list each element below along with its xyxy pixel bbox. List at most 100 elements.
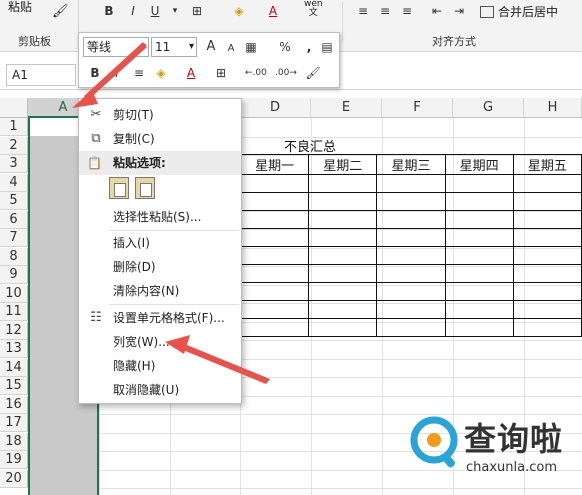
menu-item-clear-contents[interactable]: 清除内容(N)	[79, 279, 241, 303]
name-box[interactable]: A1	[6, 64, 76, 86]
table-cell[interactable]	[512, 192, 582, 211]
table-cell[interactable]	[239, 282, 310, 301]
table-cell[interactable]	[444, 282, 514, 301]
column-header-f[interactable]: F	[382, 98, 453, 118]
table-cell[interactable]	[308, 174, 378, 193]
table-cell[interactable]	[376, 192, 446, 211]
format-table-icon[interactable]: ▤	[319, 37, 335, 57]
row-header[interactable]: 2	[0, 136, 28, 155]
table-cell[interactable]	[239, 174, 310, 193]
row-header[interactable]: 10	[0, 284, 28, 303]
menu-item-cut[interactable]: ✂ 剪切(T)	[79, 103, 241, 127]
format-painter-icon[interactable]: 🖌	[52, 4, 69, 19]
paste-icon[interactable]	[135, 177, 155, 199]
table-cell[interactable]	[376, 228, 446, 247]
table-header-cell[interactable]: 星期三	[376, 154, 446, 175]
table-cell[interactable]	[308, 282, 378, 301]
percent-button[interactable]: %	[277, 37, 293, 57]
align-center-icon[interactable]: ≡	[376, 2, 394, 20]
menu-item-hide[interactable]: 隐藏(H)	[79, 354, 241, 378]
row-header[interactable]: 15	[0, 377, 28, 395]
mini-align-center-icon[interactable]: ≡	[131, 63, 147, 83]
font-size-select[interactable]: 11	[151, 37, 197, 57]
row-header[interactable]: 13	[0, 340, 28, 358]
font-name-select[interactable]: 等线	[83, 37, 149, 57]
table-header-cell[interactable]: 星期一	[239, 154, 310, 175]
table-cell[interactable]	[512, 210, 582, 229]
table-cell[interactable]	[444, 318, 514, 337]
mini-italic-button[interactable]: I	[109, 63, 125, 83]
table-cell[interactable]	[308, 246, 378, 265]
paste-formatting-icon[interactable]	[109, 177, 129, 199]
shrink-font-button[interactable]: A	[223, 39, 239, 59]
table-cell[interactable]	[308, 210, 378, 229]
menu-item-paste-special[interactable]: 选择性粘贴(S)...	[79, 205, 241, 229]
table-cell[interactable]	[376, 210, 446, 229]
mini-fill-color-icon[interactable]: ◈	[153, 63, 169, 83]
mini-format-painter-icon[interactable]: 🖌	[305, 63, 321, 83]
row-header[interactable]: 20	[0, 469, 28, 488]
menu-item-format-cells[interactable]: ☷ 设置单元格格式(F)...	[79, 306, 241, 330]
row-header[interactable]: 17	[0, 414, 28, 432]
select-all-corner[interactable]	[0, 98, 28, 118]
table-cell[interactable]	[444, 228, 514, 247]
border-icon[interactable]: ⊞	[188, 2, 206, 20]
underline-button[interactable]: U	[146, 2, 164, 20]
table-cell[interactable]	[512, 228, 582, 247]
table-cell[interactable]	[308, 228, 378, 247]
row-header[interactable]: 6	[0, 210, 28, 229]
table-cell[interactable]	[308, 264, 378, 283]
merge-center-button[interactable]: 合并后居中	[480, 3, 558, 20]
row-header[interactable]: 9	[0, 266, 28, 284]
menu-item-column-width[interactable]: 列宽(W)...	[79, 330, 241, 354]
number-format-icon[interactable]: ▦	[243, 37, 259, 57]
column-header-h[interactable]: H	[524, 98, 582, 118]
font-color-icon[interactable]: A	[264, 2, 282, 20]
increase-decimal-button[interactable]: ←.00	[245, 63, 267, 83]
table-cell[interactable]	[239, 300, 310, 319]
table-cell[interactable]	[376, 300, 446, 319]
table-cell[interactable]	[239, 210, 310, 229]
row-header[interactable]: 11	[0, 303, 28, 321]
row-header[interactable]: 12	[0, 321, 28, 340]
row-header[interactable]: 7	[0, 229, 28, 247]
row-header[interactable]: 19	[0, 451, 28, 469]
row-header[interactable]: 5	[0, 192, 28, 210]
italic-button[interactable]: I	[124, 2, 142, 20]
table-cell[interactable]	[239, 192, 310, 211]
column-header-d[interactable]: D	[240, 98, 311, 118]
sheet-title-cell[interactable]: 不良汇总	[284, 136, 336, 155]
table-header-cell[interactable]: 星期四	[444, 154, 514, 175]
table-cell[interactable]	[512, 282, 582, 301]
menu-item-delete[interactable]: 删除(D)	[79, 255, 241, 279]
table-cell[interactable]	[376, 264, 446, 283]
table-cell[interactable]	[239, 318, 310, 337]
decrease-decimal-button[interactable]: .00→	[275, 63, 297, 83]
table-cell[interactable]	[512, 264, 582, 283]
table-cell[interactable]	[444, 192, 514, 211]
table-header-cell[interactable]: 星期五	[512, 154, 582, 175]
menu-item-unhide[interactable]: 取消隐藏(U)	[79, 378, 241, 402]
comma-button[interactable]: ,	[301, 37, 317, 57]
row-header[interactable]: 16	[0, 395, 28, 414]
row-header[interactable]: 4	[0, 173, 28, 192]
row-header[interactable]: 14	[0, 358, 28, 377]
table-cell[interactable]	[512, 174, 582, 193]
row-header[interactable]: 3	[0, 155, 28, 173]
table-cell[interactable]	[444, 174, 514, 193]
underline-dropdown-icon[interactable]: ▾	[166, 2, 184, 20]
table-cell[interactable]	[512, 300, 582, 319]
mini-border-icon[interactable]: ⊞	[213, 63, 229, 83]
table-cell[interactable]	[239, 246, 310, 265]
table-header-cell[interactable]: 星期二	[308, 154, 378, 175]
table-cell[interactable]	[444, 246, 514, 265]
table-cell[interactable]	[444, 264, 514, 283]
column-header-g[interactable]: G	[453, 98, 524, 118]
mini-bold-button[interactable]: B	[87, 63, 103, 83]
row-header[interactable]: 1	[0, 118, 28, 136]
fill-color-icon[interactable]: ◈	[230, 2, 248, 20]
table-cell[interactable]	[308, 300, 378, 319]
table-cell[interactable]	[512, 246, 582, 265]
menu-item-insert[interactable]: 插入(I)	[79, 231, 241, 255]
row-header[interactable]: 18	[0, 432, 28, 451]
